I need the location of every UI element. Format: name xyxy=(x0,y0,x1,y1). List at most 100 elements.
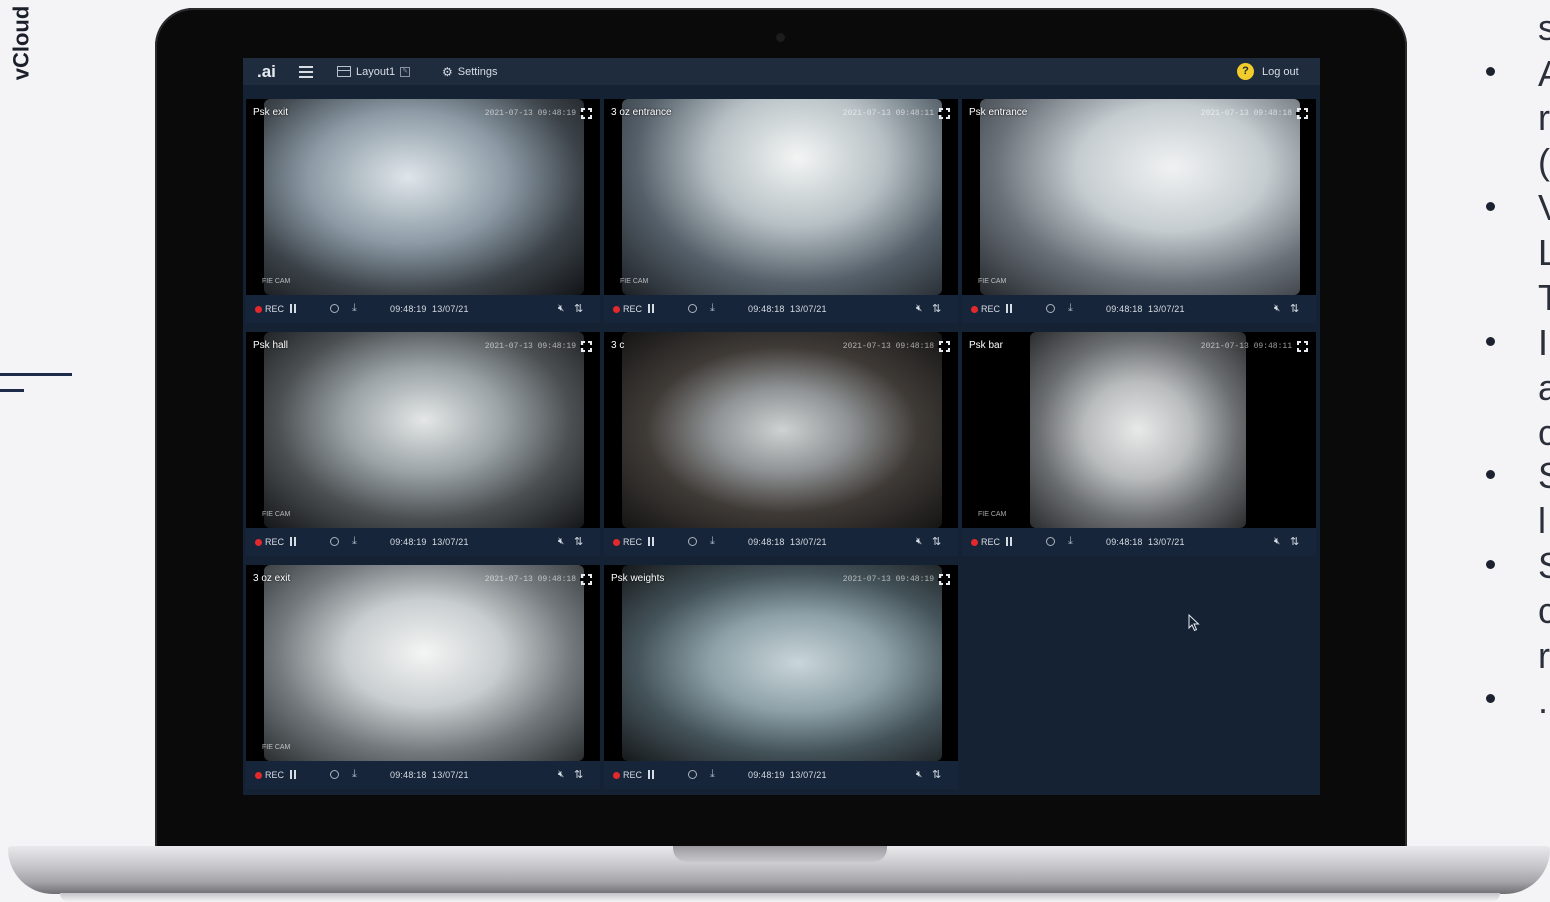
record-indicator-icon xyxy=(971,539,978,546)
camera-feed[interactable]: 2021-07-13 09:48:19 Psk weights xyxy=(604,565,958,761)
adjust-icon[interactable]: ⇅ xyxy=(1290,302,1299,315)
camera-tile[interactable]: 2021-07-13 09:48:11 FIE CAM 3 oz entrance R… xyxy=(604,99,958,323)
camera-name: Psk hall xyxy=(253,340,289,351)
fullscreen-icon[interactable] xyxy=(1296,107,1309,120)
download-icon[interactable]: ⤓ xyxy=(710,768,715,781)
camera-name: Psk entrance xyxy=(969,107,1028,118)
pause-icon[interactable] xyxy=(1006,304,1013,313)
pause-icon[interactable] xyxy=(290,770,297,779)
pause-icon[interactable] xyxy=(648,770,655,779)
camera-feed[interactable]: 2021-07-13 09:48:18 FIE CAM 3 oz exit xyxy=(246,565,600,761)
settings-button[interactable]: ⚙ Settings xyxy=(442,63,498,80)
bullet-text-fragment: T xyxy=(1538,277,1550,318)
rec-button[interactable]: REC xyxy=(265,304,284,314)
camera-feed[interactable]: 2021-07-13 09:48:18 FIE CAM Psk entrance xyxy=(962,99,1316,295)
camera-tile[interactable]: 2021-07-13 09:48:18 3 c REC ⤓ 09:48:18 13/07… xyxy=(604,332,958,556)
snapshot-icon[interactable] xyxy=(330,304,339,313)
snapshot-icon[interactable] xyxy=(688,304,697,313)
mute-icon[interactable]: 🔇︎ xyxy=(558,536,564,547)
camera-tile[interactable]: 2021-07-13 09:48:19 Psk weights REC ⤓ 09:48:… xyxy=(604,565,958,789)
fullscreen-icon[interactable] xyxy=(580,573,593,586)
camera-tile[interactable]: 2021-07-13 09:48:19 FIE CAM Psk hall REC ⤓ 09… xyxy=(246,332,600,556)
adjust-icon[interactable]: ⇅ xyxy=(1290,535,1299,548)
settings-label: Settings xyxy=(457,65,498,78)
bullet-text-fragment: l xyxy=(1538,500,1546,541)
layout-selector[interactable]: Layout1 ✎ xyxy=(337,63,411,80)
rec-button[interactable]: REC xyxy=(981,304,1000,314)
rec-button[interactable]: REC xyxy=(265,770,284,780)
bullet-text-fragment: V xyxy=(1538,190,1550,226)
bullet-dot xyxy=(1486,560,1495,569)
adjust-icon[interactable]: ⇅ xyxy=(932,302,941,315)
camera-feed[interactable]: 2021-07-13 09:48:18 3 c xyxy=(604,332,958,528)
camera-image xyxy=(622,565,942,761)
snapshot-icon[interactable] xyxy=(330,770,339,779)
rec-button[interactable]: REC xyxy=(623,537,642,547)
brand-label: vCloud xyxy=(8,5,34,81)
app-logo[interactable]: .ai xyxy=(257,62,276,82)
adjust-icon[interactable]: ⇅ xyxy=(574,302,583,315)
camera-image xyxy=(622,99,942,295)
fullscreen-icon[interactable] xyxy=(580,107,593,120)
snapshot-icon[interactable] xyxy=(330,537,339,546)
edit-icon[interactable]: ✎ xyxy=(400,66,411,77)
mute-icon[interactable]: 🔇︎ xyxy=(558,303,564,314)
download-icon[interactable]: ⤓ xyxy=(352,535,357,548)
pause-icon[interactable] xyxy=(290,537,297,546)
camera-timestamp: 09:48:19 13/07/21 xyxy=(390,304,469,314)
camera-image xyxy=(264,565,584,761)
camera-controls: REC ⤓ 09:48:18 13/07/21 🔇︎ ⇅ xyxy=(962,528,1316,556)
camera-tile[interactable]: 2021-07-13 09:48:18 FIE CAM 3 oz exit REC ⤓ 0… xyxy=(246,565,600,789)
pause-icon[interactable] xyxy=(648,537,655,546)
download-icon[interactable]: ⤓ xyxy=(352,768,357,781)
camera-feed[interactable]: 2021-07-13 09:48:11 FIE CAM Psk bar xyxy=(962,332,1316,528)
rec-button[interactable]: REC xyxy=(981,537,1000,547)
adjust-icon[interactable]: ⇅ xyxy=(932,535,941,548)
fullscreen-icon[interactable] xyxy=(580,340,593,353)
camera-feed[interactable]: 2021-07-13 09:48:19 FIE CAM Psk exit xyxy=(246,99,600,295)
fullscreen-icon[interactable] xyxy=(938,107,951,120)
camera-tile[interactable]: 2021-07-13 09:48:18 FIE CAM Psk entrance RE… xyxy=(962,99,1316,323)
camera-name: Psk weights xyxy=(611,573,665,584)
mute-icon[interactable]: 🔇︎ xyxy=(916,303,922,314)
fullscreen-icon[interactable] xyxy=(938,340,951,353)
mute-icon[interactable]: 🔇︎ xyxy=(1274,303,1280,314)
mute-icon[interactable]: 🔇︎ xyxy=(1274,536,1280,547)
adjust-icon[interactable]: ⇅ xyxy=(574,535,583,548)
pause-icon[interactable] xyxy=(648,304,655,313)
mute-icon[interactable]: 🔇︎ xyxy=(916,769,922,780)
mute-icon[interactable]: 🔇︎ xyxy=(558,769,564,780)
bullet-dot xyxy=(1486,67,1495,76)
camera-feed[interactable]: 2021-07-13 09:48:19 FIE CAM Psk hall xyxy=(246,332,600,528)
fullscreen-icon[interactable] xyxy=(1296,340,1309,353)
help-icon[interactable]: ? xyxy=(1237,63,1254,80)
camera-tile[interactable]: 2021-07-13 09:48:11 FIE CAM Psk bar REC ⤓ 09:… xyxy=(962,332,1316,556)
snapshot-icon[interactable] xyxy=(688,770,697,779)
download-icon[interactable]: ⤓ xyxy=(1068,535,1073,548)
snapshot-icon[interactable] xyxy=(1046,537,1055,546)
mute-icon[interactable]: 🔇︎ xyxy=(916,536,922,547)
camera-feed[interactable]: 2021-07-13 09:48:11 FIE CAM 3 oz entrance xyxy=(604,99,958,295)
bullet-text-fragment: a xyxy=(1538,367,1550,408)
download-icon[interactable]: ⤓ xyxy=(352,302,357,315)
pause-icon[interactable] xyxy=(290,304,297,313)
camera-overlay-timestamp: 2021-07-13 09:48:11 xyxy=(842,109,934,118)
download-icon[interactable]: ⤓ xyxy=(710,302,715,315)
hamburger-menu-icon[interactable] xyxy=(299,64,313,78)
rec-button[interactable]: REC xyxy=(265,537,284,547)
fullscreen-icon[interactable] xyxy=(938,573,951,586)
download-icon[interactable]: ⤓ xyxy=(1068,302,1073,315)
rec-button[interactable]: REC xyxy=(623,770,642,780)
camera-timestamp: 09:48:19 13/07/21 xyxy=(748,770,827,780)
download-icon[interactable]: ⤓ xyxy=(710,535,715,548)
bullet-text-fragment: s xyxy=(1538,7,1550,48)
snapshot-icon[interactable] xyxy=(688,537,697,546)
adjust-icon[interactable]: ⇅ xyxy=(574,768,583,781)
snapshot-icon[interactable] xyxy=(1046,304,1055,313)
bullet-text-fragment: r xyxy=(1538,635,1550,676)
pause-icon[interactable] xyxy=(1006,537,1013,546)
logout-button[interactable]: ? Log out xyxy=(1237,62,1299,81)
rec-button[interactable]: REC xyxy=(623,304,642,314)
camera-tile[interactable]: 2021-07-13 09:48:19 FIE CAM Psk exit REC ⤓ 09… xyxy=(246,99,600,323)
adjust-icon[interactable]: ⇅ xyxy=(932,768,941,781)
